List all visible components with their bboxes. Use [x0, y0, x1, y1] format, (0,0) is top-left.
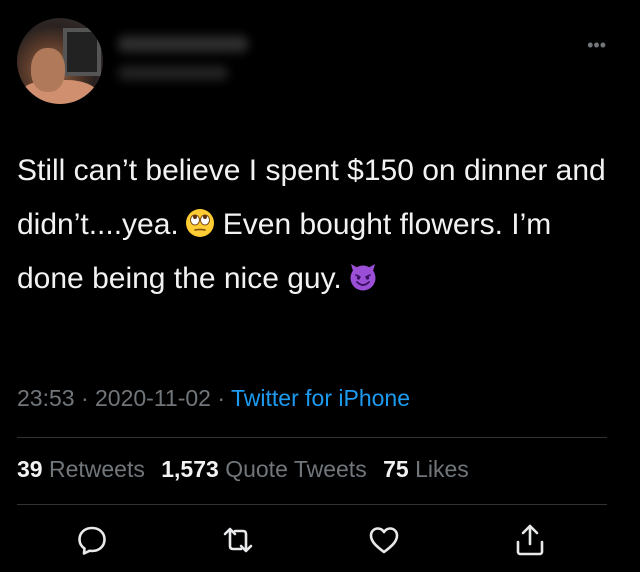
engagement-stats: 39 Retweets 1,573 Quote Tweets 75 Likes	[17, 456, 479, 483]
retweets-stat[interactable]: 39 Retweets	[17, 456, 145, 482]
like-button[interactable]	[366, 522, 402, 558]
blurred-display-name	[118, 36, 248, 52]
tweet-source-link[interactable]: Twitter for iPhone	[231, 385, 410, 411]
tweet-date[interactable]: 2020-11-02	[95, 385, 211, 411]
share-icon	[516, 524, 544, 556]
action-bar	[0, 518, 640, 564]
blurred-user-info	[118, 32, 258, 90]
likes-label: Likes	[415, 456, 469, 482]
reply-icon	[78, 526, 106, 555]
smiling-face-with-horns-emoji-icon	[348, 262, 378, 292]
retweet-button[interactable]	[220, 522, 256, 558]
tweet-time: 23:53	[17, 385, 75, 411]
blurred-username	[118, 66, 228, 80]
tweet-text: Still can’t believe I spent $150 on dinn…	[17, 144, 607, 306]
quote-tweets-stat[interactable]: 1,573 Quote Tweets	[161, 456, 366, 482]
meta-separator: ·	[217, 385, 226, 411]
heart-icon	[369, 527, 399, 554]
more-options-button[interactable]: •••	[587, 36, 606, 54]
face-with-rolling-eyes-emoji-icon	[185, 208, 215, 238]
avatar-background-frame	[63, 28, 101, 76]
quote-tweets-label: Quote Tweets	[225, 456, 367, 482]
retweet-icon	[223, 527, 253, 553]
avatar-face	[31, 48, 65, 92]
likes-stat[interactable]: 75 Likes	[383, 456, 469, 482]
reply-button[interactable]	[74, 522, 110, 558]
retweets-count: 39	[17, 456, 43, 482]
meta-separator: ·	[80, 385, 89, 411]
tweet: ••• Still can’t believe I spent $150 on …	[0, 0, 640, 572]
quote-tweets-count: 1,573	[161, 456, 219, 482]
tweet-metadata: 23:53 · 2020-11-02 · Twitter for iPhone	[17, 385, 410, 412]
retweets-label: Retweets	[48, 456, 145, 482]
share-button[interactable]	[512, 522, 548, 558]
divider	[17, 437, 607, 438]
divider	[17, 504, 607, 505]
likes-count: 75	[383, 456, 409, 482]
avatar[interactable]	[17, 18, 103, 104]
